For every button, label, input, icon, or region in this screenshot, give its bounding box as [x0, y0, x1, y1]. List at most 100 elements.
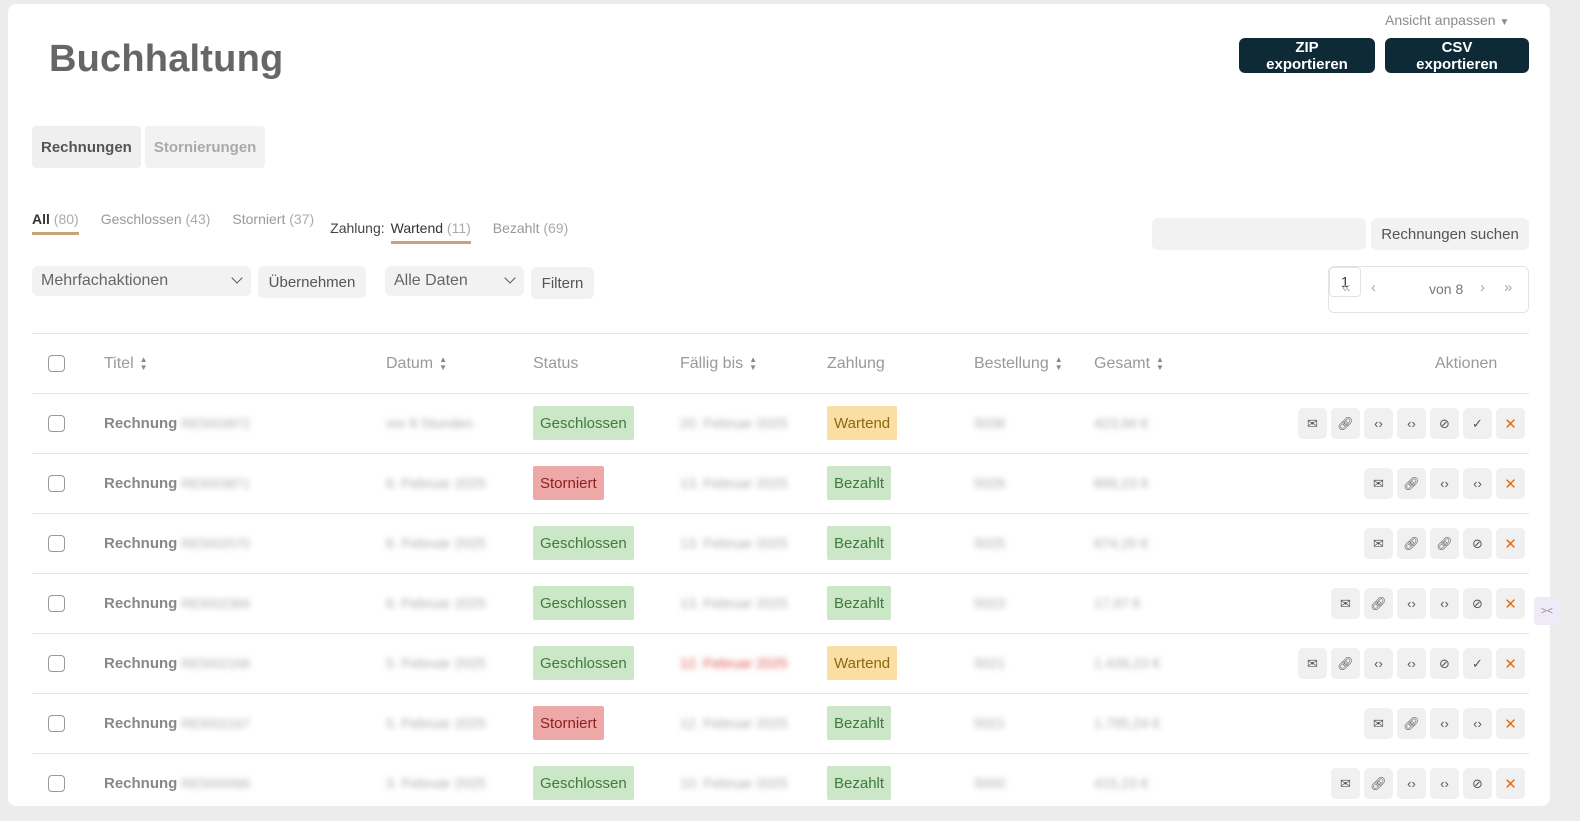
column-order[interactable]: Bestellung ▲ ▼	[974, 355, 1063, 373]
first-page-button[interactable]: «	[1342, 279, 1350, 296]
mail-action-button[interactable]: ✉	[1331, 588, 1360, 619]
code-icon: ‹›	[1440, 716, 1449, 731]
check-action-button[interactable]: ✓	[1463, 648, 1492, 679]
csv-export-button[interactable]: CSV exportieren	[1385, 38, 1529, 73]
row-actions: ✉ 🔗︎ ‹› ‹› ⊘ ✕	[1331, 588, 1525, 619]
link-action-button[interactable]: 🔗︎	[1397, 468, 1426, 499]
last-page-button[interactable]: »	[1504, 279, 1512, 296]
x-action-button[interactable]: ✕	[1496, 588, 1525, 619]
triangle-down-icon: ▼	[1499, 17, 1510, 28]
code-action-button[interactable]: ‹›	[1364, 408, 1393, 439]
code-action-button[interactable]: ‹›	[1397, 408, 1426, 439]
filter-storniert[interactable]: Storniert (37)	[232, 211, 314, 232]
link-action-button[interactable]: 🔗︎	[1331, 408, 1360, 439]
link-action-button[interactable]: 🔗︎	[1364, 588, 1393, 619]
code-action-button[interactable]: ‹›	[1430, 708, 1459, 739]
mail-action-button[interactable]: ✉	[1331, 768, 1360, 799]
filter-label: Storniert	[232, 211, 286, 227]
invoice-number: RE5002168	[181, 656, 251, 671]
invoice-title-link[interactable]: Rechnung RE5002369	[104, 595, 250, 612]
mail-action-button[interactable]: ✉	[1364, 708, 1393, 739]
select-all-checkbox[interactable]	[48, 355, 65, 372]
cancel-action-button[interactable]: ⊘	[1463, 588, 1492, 619]
mail-action-button[interactable]: ✉	[1298, 648, 1327, 679]
mail-action-button[interactable]: ✉	[1364, 468, 1393, 499]
code-action-button[interactable]: ‹›	[1397, 768, 1426, 799]
link-action-button[interactable]: 🔗︎	[1331, 648, 1360, 679]
column-title[interactable]: Titel ▲ ▼	[104, 355, 148, 373]
x-action-button[interactable]: ✕	[1496, 768, 1525, 799]
code-icon: ‹›	[1473, 716, 1482, 731]
prev-page-button[interactable]: ‹	[1371, 279, 1376, 296]
code-action-button[interactable]: ‹›	[1430, 588, 1459, 619]
link-action-button[interactable]: 🔗︎	[1397, 708, 1426, 739]
invoice-title: Rechnung	[104, 655, 178, 672]
x-action-button[interactable]: ✕	[1496, 528, 1525, 559]
filter-button[interactable]: Filtern	[531, 267, 594, 299]
cancel-action-button[interactable]: ⊘	[1430, 648, 1459, 679]
link-icon: 🔗︎	[1370, 775, 1387, 791]
code-action-button[interactable]: ‹›	[1364, 648, 1393, 679]
x-action-button[interactable]: ✕	[1496, 648, 1525, 679]
invoice-title-link[interactable]: Rechnung RE5002167	[104, 715, 250, 732]
row-checkbox[interactable]	[48, 535, 65, 552]
column-total[interactable]: Gesamt ▲ ▼	[1094, 355, 1164, 373]
table-row: Rechnung RE5003872 vor 8 Stunden Geschlosse…	[32, 394, 1529, 454]
apply-button[interactable]: Übernehmen	[258, 266, 366, 298]
code-action-button[interactable]: ‹›	[1430, 468, 1459, 499]
next-page-button[interactable]: ›	[1480, 279, 1485, 296]
tab-stornierungen[interactable]: Stornierungen	[144, 126, 266, 168]
check-action-button[interactable]: ✓	[1463, 408, 1492, 439]
code-action-button[interactable]: ‹›	[1463, 468, 1492, 499]
row-checkbox[interactable]	[48, 655, 65, 672]
cancel-icon: ⊘	[1472, 535, 1483, 551]
row-checkbox[interactable]	[48, 415, 65, 432]
cancel-action-button[interactable]: ⊘	[1430, 408, 1459, 439]
mail-icon: ✉	[1373, 475, 1384, 491]
invoice-title-link[interactable]: Rechnung RE5002168	[104, 655, 250, 672]
cancel-action-button[interactable]: ⊘	[1463, 528, 1492, 559]
filter-bezahlt[interactable]: Bezahlt (69)	[493, 220, 569, 241]
x-icon: ✕	[1504, 415, 1517, 433]
row-checkbox[interactable]	[48, 475, 65, 492]
order-number: 5026	[974, 475, 1006, 491]
invoice-title-link[interactable]: Rechnung RE5002570	[104, 535, 250, 552]
column-date[interactable]: Datum ▲ ▼	[386, 355, 447, 373]
column-due[interactable]: Fällig bis ▲ ▼	[680, 355, 757, 373]
sort-icon: ▲ ▼	[1054, 354, 1063, 372]
search-button[interactable]: Rechnungen suchen	[1371, 218, 1529, 250]
x-action-button[interactable]: ✕	[1496, 408, 1525, 439]
screen-options-toggle[interactable]: Ansicht anpassen ▼	[1385, 12, 1509, 28]
link-action-button[interactable]: 🔗︎	[1397, 528, 1426, 559]
invoice-title: Rechnung	[104, 475, 178, 492]
link-action-button[interactable]: 🔗︎	[1364, 768, 1393, 799]
invoice-title-link[interactable]: Rechnung RE5003871	[104, 475, 250, 492]
mail-action-button[interactable]: ✉	[1364, 528, 1393, 559]
mail-action-button[interactable]: ✉	[1298, 408, 1327, 439]
row-checkbox[interactable]	[48, 775, 65, 792]
link-action-button[interactable]: 🔗︎	[1430, 528, 1459, 559]
status-badge: Geschlossen	[533, 406, 634, 440]
search-input[interactable]	[1152, 218, 1366, 250]
row-checkbox[interactable]	[48, 595, 65, 612]
side-toggle-icon[interactable]: ><	[1534, 597, 1560, 625]
code-action-button[interactable]: ‹›	[1463, 708, 1492, 739]
order-number: 5023	[974, 595, 1006, 611]
date-filter-select[interactable]: Alle Daten	[385, 266, 524, 296]
cancel-action-button[interactable]: ⊘	[1463, 768, 1492, 799]
filter-all[interactable]: All (80)	[32, 211, 79, 235]
code-action-button[interactable]: ‹›	[1397, 588, 1426, 619]
filter-geschlossen[interactable]: Geschlossen (43)	[101, 211, 211, 232]
filter-wartend[interactable]: Wartend (11)	[390, 220, 471, 244]
zip-export-button[interactable]: ZIP exportieren	[1239, 38, 1375, 73]
code-action-button[interactable]: ‹›	[1430, 768, 1459, 799]
bulk-actions-select[interactable]: Mehrfachaktionen	[32, 266, 251, 296]
code-action-button[interactable]: ‹›	[1397, 648, 1426, 679]
tab-rechnungen[interactable]: Rechnungen	[32, 126, 141, 168]
x-action-button[interactable]: ✕	[1496, 708, 1525, 739]
invoice-title-link[interactable]: Rechnung RE5003872	[104, 415, 250, 432]
row-checkbox[interactable]	[48, 715, 65, 732]
invoice-total: 1.439,23 €	[1094, 655, 1161, 671]
invoice-title-link[interactable]: Rechnung RE5000066	[104, 775, 250, 792]
x-action-button[interactable]: ✕	[1496, 468, 1525, 499]
